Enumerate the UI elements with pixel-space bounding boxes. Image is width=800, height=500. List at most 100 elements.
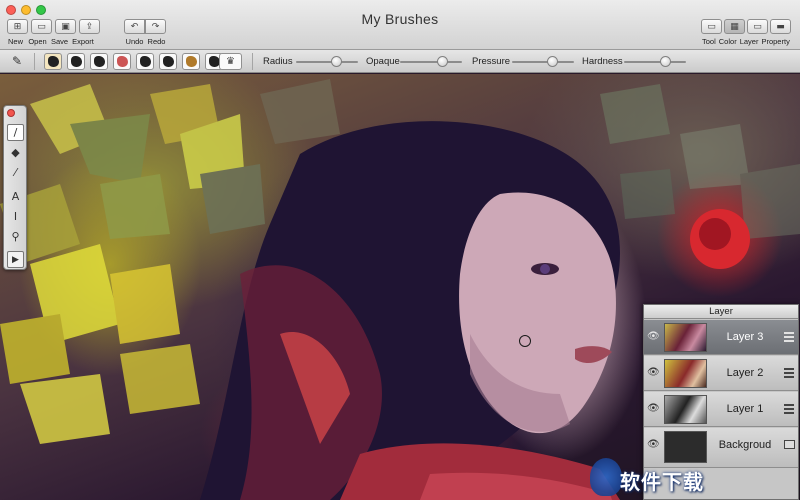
brush-preset-4[interactable] [113, 53, 131, 70]
radius-slider-knob[interactable] [331, 56, 342, 67]
eraser-tool-icon: ◆ [11, 146, 20, 159]
brush-presets [44, 53, 223, 70]
brush-toolbar: ✎ ♛ Radius Opaque Pressure Hardness [0, 50, 800, 73]
title-bar: My Brushes ⊞ ▭ ▣ ⇪ New Open Save Export … [0, 0, 800, 50]
layer-thumbnail [664, 359, 707, 388]
brush-library-button[interactable]: ♛ [219, 53, 242, 70]
new-document-icon: ⊞ [13, 21, 22, 32]
brush-pen-icon[interactable]: ✎ [12, 54, 22, 68]
export-button[interactable]: ⇪ [79, 19, 100, 34]
tool-label: Tool [702, 37, 716, 46]
play-tool-icon: ▶ [12, 254, 19, 265]
brush-shape-icon [70, 56, 82, 67]
color-label: Color [718, 37, 737, 46]
layer-menu-icon[interactable] [784, 332, 794, 344]
export-label: Export [72, 37, 94, 46]
visibility-eye-icon[interactable]: 👁 [647, 367, 660, 378]
layer-row[interactable]: 👁 Layer 2 [644, 356, 798, 391]
zoom-tool-icon: ⚲ [11, 230, 20, 243]
window-title: My Brushes [361, 11, 439, 27]
brush-preset-6[interactable] [159, 53, 177, 70]
panel-toolbar-labels: Tool Color Layer Property [702, 37, 790, 46]
tool-panel-icon: ▭ [707, 21, 716, 32]
pressure-slider[interactable] [512, 61, 574, 63]
watermark-text: 软件下载 [620, 472, 704, 494]
hardness-slider-knob[interactable] [660, 56, 671, 67]
close-palette-icon[interactable] [7, 109, 15, 117]
open-label: Open [28, 37, 47, 46]
text-tool-icon: A [11, 190, 20, 203]
export-icon: ⇪ [85, 21, 94, 32]
brush-preset-1[interactable] [44, 53, 62, 70]
divider [34, 53, 35, 70]
layer-row[interactable]: 👁 Layer 3 [644, 320, 798, 355]
file-toolbar: ⊞ ▭ ▣ ⇪ [7, 19, 100, 34]
brush-preset-2[interactable] [67, 53, 85, 70]
radius-label: Radius [263, 56, 293, 67]
save-label: Save [50, 37, 69, 46]
brush-cursor [519, 335, 531, 347]
brush-preset-7[interactable] [182, 53, 200, 70]
text-cursor-tool-button[interactable]: I [7, 208, 24, 225]
play-tool-button[interactable]: ▶ [7, 251, 24, 268]
file-toolbar-labels: New Open Save Export [5, 37, 96, 46]
opaque-label: Opaque [366, 56, 400, 67]
layer-panel-icon: ▭ [753, 21, 762, 32]
redo-button[interactable]: ↷ [145, 19, 166, 34]
layer-name: Layer 1 [726, 403, 764, 415]
zoom-tool-button[interactable]: ⚲ [7, 228, 24, 245]
text-cursor-tool-icon: I [13, 210, 18, 223]
brush-shape-icon [116, 56, 128, 67]
layer-thumbnail [664, 323, 707, 352]
layer-name: Layer 2 [726, 367, 764, 379]
color-panel-button[interactable]: ▦ [724, 19, 745, 34]
text-tool-button[interactable]: A [7, 188, 24, 205]
layer-panel-button[interactable]: ▭ [747, 19, 768, 34]
new-label: New [7, 37, 23, 46]
visibility-eye-icon[interactable]: 👁 [647, 331, 660, 342]
eraser-tool-button[interactable]: ◆ [7, 144, 24, 161]
open-button[interactable]: ▭ [31, 19, 52, 34]
brush-shape-icon [93, 56, 105, 67]
visibility-eye-icon[interactable]: 👁 [647, 439, 660, 450]
color-panel-icon: ▦ [730, 21, 739, 32]
hardness-slider[interactable] [624, 61, 686, 63]
history-toolbar-labels: Undo Redo [124, 37, 168, 46]
layer-label: Layer [739, 37, 759, 46]
pressure-slider-knob[interactable] [547, 56, 558, 67]
tool-panel-button[interactable]: ▭ [701, 19, 722, 34]
save-button[interactable]: ▣ [55, 19, 76, 34]
visibility-eye-icon[interactable]: 👁 [647, 403, 660, 414]
brush-tool-button[interactable]: / [7, 124, 24, 141]
brush-preset-3[interactable] [90, 53, 108, 70]
layer-row[interactable]: 👁 Backgroud [644, 428, 798, 468]
eyedropper-tool-icon: ⁄ [14, 166, 17, 179]
crown-icon: ♛ [226, 56, 235, 67]
opaque-slider[interactable] [400, 61, 462, 63]
layer-menu-icon[interactable] [784, 404, 794, 416]
brush-shape-icon [139, 56, 151, 67]
layer-row[interactable]: 👁 Layer 1 [644, 392, 798, 427]
background-image-icon[interactable] [784, 440, 795, 449]
eyedropper-tool-button[interactable]: ⁄ [7, 164, 24, 181]
new-document-button[interactable]: ⊞ [7, 19, 28, 34]
layer-thumbnail [664, 431, 707, 463]
brush-shape-icon [47, 56, 59, 67]
property-label: Property [761, 37, 790, 46]
undo-button[interactable]: ↶ [124, 19, 145, 34]
layer-name: Layer 3 [726, 331, 764, 343]
brush-shape-icon [185, 56, 197, 67]
hardness-label: Hardness [582, 56, 623, 67]
layer-menu-icon[interactable] [784, 368, 794, 380]
property-panel-button[interactable]: ▬ [770, 19, 791, 34]
brush-shape-icon [162, 56, 174, 67]
panel-toolbar: ▭ ▦ ▭ ▬ [701, 19, 791, 34]
brush-preset-5[interactable] [136, 53, 154, 70]
opaque-slider-knob[interactable] [437, 56, 448, 67]
open-folder-icon: ▭ [37, 21, 46, 32]
layer-panel-title: Layer [644, 305, 798, 319]
radius-slider[interactable] [296, 61, 358, 63]
undo-arrow-icon: ↶ [130, 21, 139, 32]
save-disk-icon: ▣ [61, 21, 70, 32]
undo-label: Undo [125, 37, 144, 46]
